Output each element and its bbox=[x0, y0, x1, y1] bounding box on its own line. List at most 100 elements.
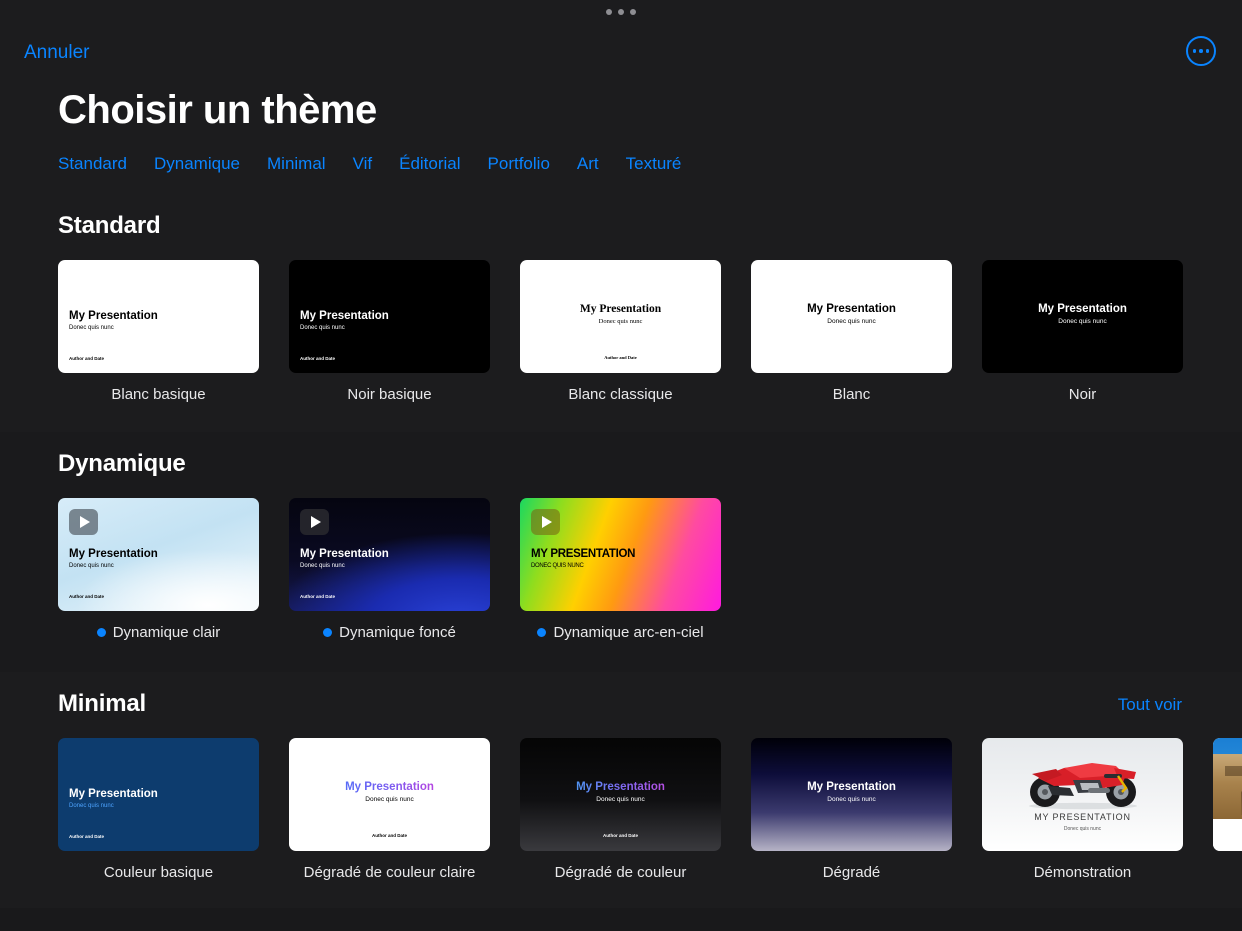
theme-card-partial[interactable] bbox=[1213, 738, 1242, 881]
slide-preview: My Presentation Donec quis nunc Author a… bbox=[289, 260, 490, 373]
see-all-link[interactable]: Tout voir bbox=[1118, 695, 1182, 715]
slide-subtitle: Donec quis nunc bbox=[1063, 826, 1102, 832]
slide-preview: My Presentation Donec quis nunc Author a… bbox=[58, 498, 259, 611]
theme-thumbnail: MY PRESENTATION Donec quis nunc bbox=[982, 738, 1183, 851]
theme-name: Blanc classique bbox=[568, 386, 673, 403]
theme-thumbnail: My Presentation Donec quis nunc Author a… bbox=[58, 260, 259, 373]
theme-thumbnail: My Presentation Donec quis nunc Author a… bbox=[289, 260, 490, 373]
photo-architecture bbox=[1213, 753, 1242, 820]
theme-card-dynamique-clair[interactable]: My Presentation Donec quis nunc Author a… bbox=[58, 498, 259, 641]
theme-name: Démonstration bbox=[1033, 864, 1132, 881]
theme-card-noir[interactable]: My Presentation Donec quis nunc Noir bbox=[982, 260, 1183, 403]
theme-thumbnail: My Presentation Donec quis nunc Author a… bbox=[520, 738, 721, 851]
theme-row-dynamique: My Presentation Donec quis nunc Author a… bbox=[0, 498, 1242, 641]
theme-name: Blanc basique bbox=[111, 386, 206, 403]
theme-name: Dynamique arc-en-ciel bbox=[553, 624, 704, 641]
theme-thumbnail: My Presentation Donec quis nunc Author a… bbox=[520, 260, 721, 373]
theme-card-blanc-basique[interactable]: My Presentation Donec quis nunc Author a… bbox=[58, 260, 259, 403]
slide-subtitle: Donec quis nunc bbox=[596, 796, 645, 803]
theme-thumbnail: My Presentation Donec quis nunc bbox=[982, 260, 1183, 373]
theme-thumbnail: My Presentation Donec quis nunc Author a… bbox=[58, 738, 259, 851]
slide-title: My Presentation bbox=[520, 781, 721, 794]
category-link-minimal[interactable]: Minimal bbox=[267, 154, 326, 174]
category-link-editorial[interactable]: Éditorial bbox=[399, 154, 460, 174]
slide-subtitle: Donec quis nunc bbox=[598, 318, 643, 325]
section-title: Dynamique bbox=[58, 450, 186, 477]
slide-subtitle: Donec quis nunc bbox=[69, 325, 114, 331]
theme-name: Dynamique clair bbox=[112, 624, 221, 641]
slide-subtitle: Donec quis nunc bbox=[69, 563, 114, 569]
theme-thumbnail: My Presentation Donec quis nunc Author a… bbox=[289, 498, 490, 611]
ellipsis-dot-icon bbox=[1192, 49, 1197, 53]
theme-thumbnail: My Presentation Donec quis nunc bbox=[751, 738, 952, 851]
section-title: Minimal bbox=[58, 690, 146, 717]
grabber-dot-icon bbox=[606, 9, 612, 15]
footer-band bbox=[0, 908, 1242, 931]
theme-thumbnail bbox=[1213, 738, 1242, 851]
slide-preview: My Presentation Donec quis nunc bbox=[982, 260, 1183, 373]
category-link-dynamique[interactable]: Dynamique bbox=[154, 154, 240, 174]
theme-card-noir-basique[interactable]: My Presentation Donec quis nunc Author a… bbox=[289, 260, 490, 403]
section-header: Minimal Tout voir bbox=[0, 672, 1242, 738]
animated-indicator-icon bbox=[323, 628, 333, 637]
theme-name: Dégradé bbox=[822, 864, 881, 881]
slide-subtitle: Donec quis nunc bbox=[827, 318, 876, 325]
slide-preview: My Presentation Donec quis nunc Author a… bbox=[289, 498, 490, 611]
theme-card-dynamique-arc-en-ciel[interactable]: MY PRESENTATION DONEC QUIS NUNC Dynamiqu… bbox=[520, 498, 721, 641]
slide-preview: MY PRESENTATION DONEC QUIS NUNC bbox=[520, 498, 721, 611]
motorcycle-image bbox=[1028, 763, 1137, 810]
theme-card-degrade-de-couleur[interactable]: My Presentation Donec quis nunc Author a… bbox=[520, 738, 721, 881]
category-link-art[interactable]: Art bbox=[577, 154, 599, 174]
slide-title: My Presentation bbox=[807, 781, 896, 793]
slide-preview: My Presentation Donec quis nunc Author a… bbox=[289, 738, 490, 851]
page-title: Choisir un thème bbox=[58, 88, 377, 132]
slide-title: My Presentation bbox=[579, 303, 662, 315]
theme-card-demonstration[interactable]: MY PRESENTATION Donec quis nunc Démonstr… bbox=[982, 738, 1183, 881]
theme-chooser-screen: Annuler Choisir un thème Standard Dynami… bbox=[0, 0, 1242, 931]
ellipsis-dot-icon bbox=[1205, 49, 1210, 53]
category-link-portfolio[interactable]: Portfolio bbox=[488, 154, 550, 174]
theme-thumbnail: My Presentation Donec quis nunc bbox=[751, 260, 952, 373]
theme-card-couleur-basique[interactable]: My Presentation Donec quis nunc Author a… bbox=[58, 738, 259, 881]
cancel-button[interactable]: Annuler bbox=[24, 42, 90, 64]
theme-label-row: Dynamique arc-en-ciel bbox=[520, 624, 721, 641]
category-link-vif[interactable]: Vif bbox=[353, 154, 373, 174]
category-nav: Standard Dynamique Minimal Vif Éditorial… bbox=[58, 154, 681, 174]
theme-row-standard: My Presentation Donec quis nunc Author a… bbox=[0, 260, 1242, 403]
theme-name: Dégradé de couleur bbox=[554, 864, 687, 881]
slide-preview: My Presentation Donec quis nunc bbox=[751, 738, 952, 851]
category-link-texture[interactable]: Texturé bbox=[626, 154, 682, 174]
slide-author: Author and Date bbox=[371, 833, 407, 838]
slide-title: My Presentation bbox=[289, 781, 490, 794]
slide-subtitle: Donec quis nunc bbox=[300, 325, 345, 331]
slide-subtitle: Donec quis nunc bbox=[1058, 318, 1107, 325]
slide-title: My Presentation bbox=[69, 310, 158, 322]
theme-thumbnail: My Presentation Donec quis nunc Author a… bbox=[289, 738, 490, 851]
top-bar: Annuler bbox=[0, 24, 1242, 86]
sheet-grabber-handle[interactable] bbox=[0, 0, 1242, 24]
slide-title: My Presentation bbox=[69, 548, 158, 560]
slide-author: Author and Date bbox=[69, 834, 105, 839]
theme-name: Dynamique foncé bbox=[339, 624, 456, 641]
theme-card-degrade-de-couleur-claire[interactable]: My Presentation Donec quis nunc Author a… bbox=[289, 738, 490, 881]
theme-card-degrade[interactable]: My Presentation Donec quis nunc Dégradé bbox=[751, 738, 952, 881]
slide-preview: My Presentation Donec quis nunc Author a… bbox=[520, 260, 721, 373]
section-dynamique: Dynamique My Presentation Donec quis nun… bbox=[0, 432, 1242, 672]
slide-title: MY PRESENTATION bbox=[1034, 812, 1131, 822]
section-header: Dynamique bbox=[0, 432, 1242, 498]
slide-preview: My Presentation Donec quis nunc bbox=[751, 260, 952, 373]
theme-row-minimal: My Presentation Donec quis nunc Author a… bbox=[0, 738, 1242, 881]
grabber-dot-icon bbox=[630, 9, 636, 15]
slide-subtitle: DONEC QUIS NUNC bbox=[531, 563, 584, 569]
theme-name: Noir basique bbox=[347, 386, 432, 403]
category-link-standard[interactable]: Standard bbox=[58, 154, 127, 174]
slide-title: My Presentation bbox=[807, 303, 896, 315]
animated-indicator-icon bbox=[96, 628, 106, 637]
slide-preview: My Presentation Donec quis nunc Author a… bbox=[58, 738, 259, 851]
ellipsis-circle-icon[interactable] bbox=[1186, 36, 1216, 66]
section-title: Standard bbox=[58, 212, 161, 239]
theme-card-dynamique-fonce[interactable]: My Presentation Donec quis nunc Author a… bbox=[289, 498, 490, 641]
theme-card-blanc[interactable]: My Presentation Donec quis nunc Blanc bbox=[751, 260, 952, 403]
theme-card-blanc-classique[interactable]: My Presentation Donec quis nunc Author a… bbox=[520, 260, 721, 403]
slide-title: MY PRESENTATION bbox=[531, 548, 636, 560]
